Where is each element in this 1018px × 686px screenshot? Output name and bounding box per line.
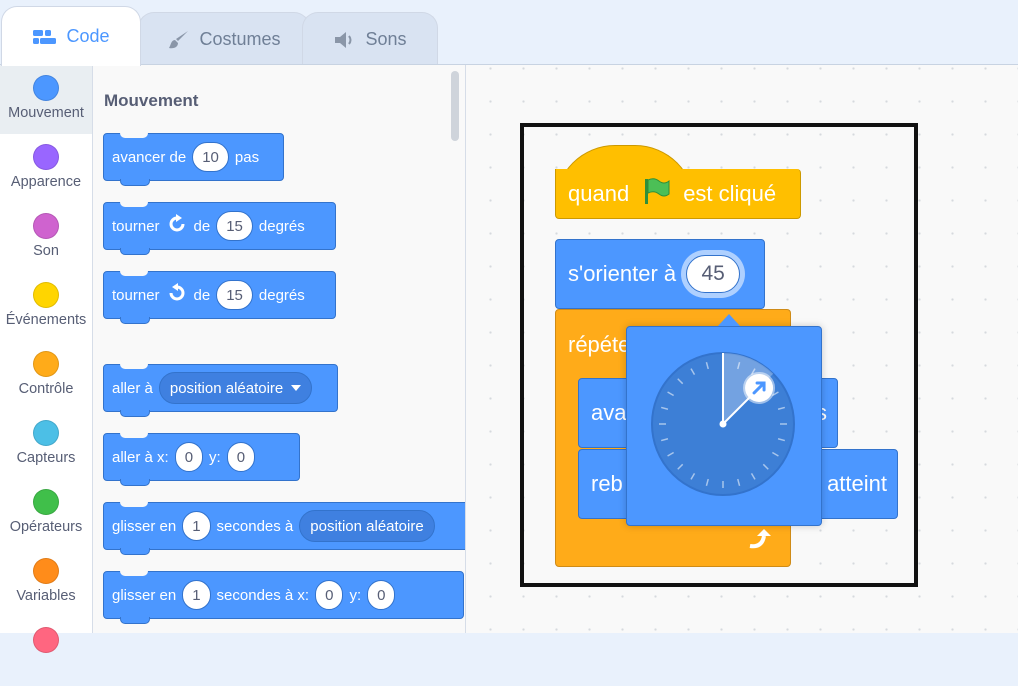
tab-sounds[interactable]: Sons [302, 12, 438, 66]
tab-code-label: Code [66, 26, 110, 46]
hat-body: quand est cliqué [555, 169, 801, 219]
block-text: aller à x: [112, 448, 169, 466]
category-label: Variables [16, 588, 76, 604]
sensing-color-dot [33, 420, 59, 446]
turn-left-block[interactable]: tourner de 15 degrés [103, 271, 336, 324]
x-input[interactable]: 0 [315, 580, 344, 610]
category-label: Mouvement [8, 105, 84, 121]
block-text: est cliqué [683, 180, 777, 206]
block-text: aller à [112, 379, 153, 397]
block-text: quand [568, 180, 630, 206]
category-label: Capteurs [16, 450, 76, 466]
degrees-input[interactable]: 15 [216, 280, 253, 310]
sound-color-dot [33, 213, 59, 239]
category-motion[interactable]: Mouvement [0, 65, 92, 134]
block-text: secondes à [216, 517, 294, 535]
category-label: Apparence [10, 174, 82, 190]
motion-color-dot [33, 75, 59, 101]
seconds-input[interactable]: 1 [182, 580, 211, 610]
editor-area: Mouvement Apparence Son Événements Contr… [0, 64, 1018, 653]
goto-xy-block[interactable]: aller à x: 0 y: 0 [103, 433, 300, 486]
turn-right-block[interactable]: tourner de 15 degrés [103, 202, 336, 255]
block-text: degrés [258, 286, 305, 304]
block-text: glisser en [112, 586, 177, 604]
goto-target-dropdown[interactable]: position aléatoire [158, 372, 313, 404]
rotate-right-icon [166, 213, 188, 239]
category-sensing[interactable]: Capteurs [0, 410, 92, 479]
my-blocks-color-dot [33, 627, 59, 653]
block-text: avancer de [112, 148, 187, 166]
block-text: y: [349, 586, 362, 604]
speaker-icon [333, 29, 357, 51]
category-operators[interactable]: Opérateurs [0, 479, 92, 548]
control-color-dot [33, 351, 59, 377]
operators-color-dot [33, 489, 59, 515]
block-text: répéte [568, 332, 631, 357]
block-text: de [193, 217, 211, 235]
tab-code[interactable]: Code [1, 6, 141, 66]
steps-input[interactable]: 10 [192, 142, 229, 172]
y-input[interactable]: 0 [226, 442, 256, 472]
glide-block[interactable]: glisser en 1 secondes à position aléatoi… [103, 502, 465, 555]
direction-dial-popup [626, 326, 822, 526]
category-label: Événements [5, 312, 87, 328]
block-text: s'orienter à [568, 261, 677, 286]
block-text: degrés [258, 217, 305, 235]
tab-costumes[interactable]: Costumes [138, 12, 310, 66]
green-flag-icon [641, 176, 671, 212]
dropdown-value: position aléatoire [169, 379, 284, 397]
glide-xy-block[interactable]: glisser en 1 secondes à x: 0 y: 0 [103, 571, 464, 624]
category-looks[interactable]: Apparence [0, 134, 92, 203]
block-text: pas [234, 148, 260, 166]
palette-scrollbar[interactable] [451, 71, 459, 141]
dial-popup-arrow [718, 314, 740, 326]
block-text: tourner [112, 217, 160, 235]
rotate-left-icon [166, 282, 188, 308]
variables-color-dot [33, 558, 59, 584]
block-text: y: [209, 448, 221, 466]
block-text: atteint [827, 471, 887, 496]
direction-input[interactable]: 45 [686, 255, 741, 293]
category-variables[interactable]: Variables [0, 548, 92, 617]
tab-costumes-label: Costumes [199, 29, 281, 49]
category-menu: Mouvement Apparence Son Événements Contr… [0, 65, 93, 653]
y-input[interactable]: 0 [367, 580, 396, 610]
palette-section-title: Mouvement [104, 91, 199, 110]
point-in-direction-block[interactable]: s'orienter à 45 [555, 239, 765, 309]
degrees-input[interactable]: 15 [216, 211, 253, 241]
category-events[interactable]: Événements [0, 272, 92, 341]
category-control[interactable]: Contrôle [0, 341, 92, 410]
tab-sounds-label: Sons [365, 29, 407, 49]
loop-arrow-icon [746, 526, 774, 557]
category-label: Son [33, 243, 59, 259]
events-color-dot [33, 282, 59, 308]
block-text: secondes à x: [216, 586, 310, 604]
brush-icon [167, 28, 191, 52]
x-input[interactable]: 0 [174, 442, 204, 472]
block-text: reb [591, 471, 623, 496]
dial-center [719, 420, 727, 428]
looks-color-dot [33, 144, 59, 170]
block-text: de [193, 286, 211, 304]
dropdown-value: position aléatoire [310, 517, 424, 535]
category-label: Opérateurs [9, 519, 83, 535]
category-my-blocks[interactable] [0, 617, 92, 686]
block-text: ava [591, 400, 627, 425]
block-text: glisser en [112, 517, 177, 535]
block-palette: Mouvement avancer de 10 pas tourner de 1… [93, 65, 466, 633]
dropdown-arrow-icon [291, 385, 302, 391]
block-text: tourner [112, 286, 160, 304]
when-flag-clicked-block[interactable]: quand est cliqué [555, 145, 801, 241]
dial-graphic [651, 352, 795, 496]
category-label: Contrôle [18, 381, 74, 397]
direction-dial[interactable] [626, 326, 822, 526]
move-steps-block[interactable]: avancer de 10 pas [103, 133, 284, 186]
category-sound[interactable]: Son [0, 203, 92, 272]
goto-block[interactable]: aller à position aléatoire [103, 364, 338, 417]
seconds-input[interactable]: 1 [182, 511, 211, 541]
code-icon [32, 28, 58, 46]
glide-target-dropdown[interactable]: position aléatoire [299, 510, 435, 542]
